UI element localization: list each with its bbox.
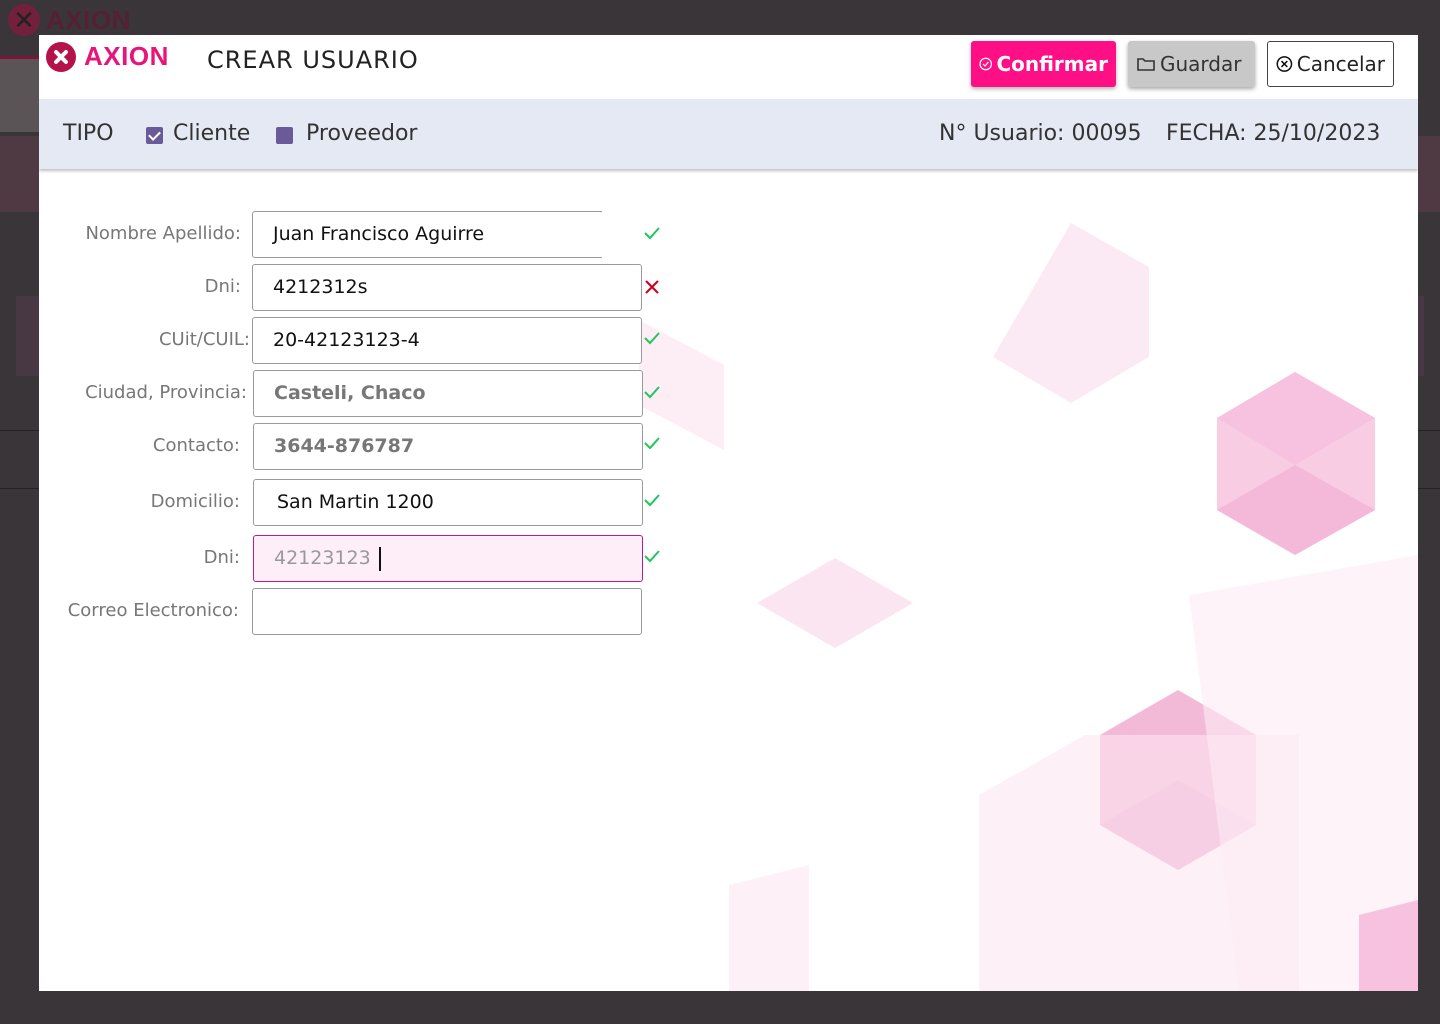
background-logo-text: AXION bbox=[46, 4, 131, 35]
domicilio-input[interactable]: San Martin 1200 bbox=[253, 479, 643, 526]
cliente-checkbox[interactable] bbox=[146, 127, 163, 144]
cuit-cuil-label: CUit/CUIL: bbox=[158, 329, 250, 350]
dni-label: Dni: bbox=[204, 276, 241, 297]
ciudad-provincia-input[interactable]: Casteli, Chaco bbox=[253, 370, 643, 417]
cancel-button-label: Cancelar bbox=[1296, 52, 1385, 76]
correo-electronico-input[interactable] bbox=[252, 588, 642, 635]
error-x-icon bbox=[645, 280, 659, 294]
cliente-label[interactable]: Cliente bbox=[173, 121, 250, 146]
dni-active-input[interactable]: 42123123 bbox=[253, 535, 643, 582]
ciudad-provincia-label: Ciudad, Provincia: bbox=[85, 382, 247, 403]
save-button-label: Guardar bbox=[1160, 52, 1242, 76]
check-icon bbox=[644, 227, 660, 240]
correo-electronico-label: Correo Electronico: bbox=[67, 600, 239, 621]
nombre-apellido-label: Nombre Apellido: bbox=[85, 223, 241, 244]
type-label: TIPO bbox=[63, 121, 114, 146]
axion-logo-text: AXION bbox=[84, 41, 169, 71]
background-logo: ✕ AXION bbox=[8, 4, 131, 36]
user-type-bar: TIPO Cliente Proveedor N° Usuario: 00095… bbox=[39, 99, 1418, 169]
confirm-button[interactable]: Confirmar bbox=[971, 41, 1116, 87]
proveedor-checkbox[interactable] bbox=[276, 127, 293, 144]
contacto-label: Contacto: bbox=[152, 435, 240, 456]
check-icon bbox=[644, 332, 660, 345]
check-icon bbox=[644, 386, 660, 399]
check-icon bbox=[644, 437, 660, 450]
proveedor-label[interactable]: Proveedor bbox=[306, 121, 417, 146]
cancel-button[interactable]: Cancelar bbox=[1267, 41, 1394, 87]
check-icon bbox=[644, 494, 660, 507]
check-icon bbox=[644, 550, 660, 563]
hexagon-background-decoration bbox=[639, 223, 1418, 991]
background-thumbnail bbox=[0, 56, 40, 132]
dni-label: Dni: bbox=[203, 547, 240, 568]
dni-active-value: 42123123 bbox=[274, 547, 371, 569]
text-caret bbox=[378, 546, 381, 571]
save-button[interactable]: Guardar bbox=[1128, 41, 1255, 87]
axion-logo-icon bbox=[46, 41, 76, 72]
background-logo-icon: ✕ bbox=[8, 4, 40, 36]
date-value: FECHA: 25/10/2023 bbox=[1166, 121, 1381, 146]
check-circle-icon bbox=[979, 57, 993, 71]
folder-icon bbox=[1137, 58, 1155, 71]
modal-title: CREAR USUARIO bbox=[207, 46, 419, 74]
dni-input[interactable]: 4212312s bbox=[252, 264, 642, 311]
axion-logo: AXION bbox=[46, 41, 169, 72]
modal-header: AXION CREAR USUARIO Confirmar Guardar Ca… bbox=[39, 35, 1418, 99]
close-circle-icon bbox=[1276, 56, 1293, 72]
contacto-input[interactable]: 3644-876787 bbox=[253, 423, 643, 470]
user-number: N° Usuario: 00095 bbox=[939, 121, 1142, 146]
domicilio-label: Domicilio: bbox=[150, 491, 240, 512]
cuit-cuil-input[interactable]: 20-42123123-4 bbox=[252, 317, 642, 364]
confirm-button-label: Confirmar bbox=[996, 52, 1108, 76]
nombre-apellido-input[interactable]: Juan Francisco Aguirre bbox=[252, 211, 602, 258]
create-user-modal: AXION CREAR USUARIO Confirmar Guardar Ca… bbox=[39, 35, 1418, 991]
